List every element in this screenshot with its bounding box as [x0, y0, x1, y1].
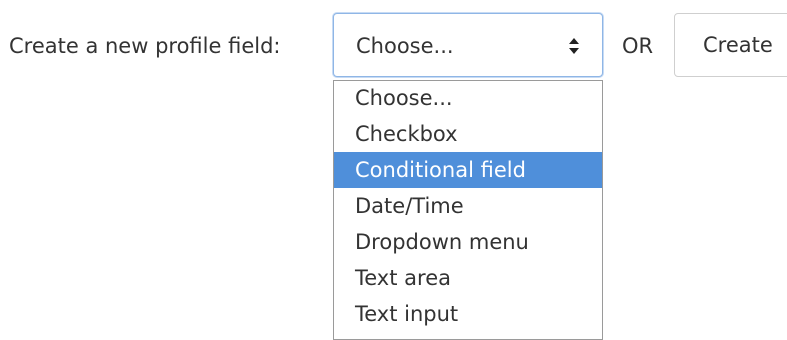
profile-field-create-row: Create a new profile field: Choose... OR…	[0, 0, 787, 80]
profile-field-type-select[interactable]: Choose...	[333, 13, 603, 77]
dropdown-option-choose[interactable]: Choose...	[334, 81, 602, 116]
or-separator: OR	[622, 34, 654, 58]
dropdown-option-checkbox[interactable]: Checkbox	[334, 116, 602, 152]
dropdown-option-text-input[interactable]: Text input	[334, 296, 602, 332]
dropdown-option-dropdown-menu[interactable]: Dropdown menu	[334, 224, 602, 260]
dropdown-option-date-time[interactable]: Date/Time	[334, 188, 602, 224]
dropdown-option-text-area[interactable]: Text area	[334, 260, 602, 296]
create-button[interactable]: Create	[674, 13, 787, 77]
select-current-value: Choose...	[356, 34, 454, 58]
updown-chevron-icon	[569, 38, 579, 54]
profile-field-label: Create a new profile field:	[9, 34, 281, 58]
field-type-dropdown-list: Choose... Checkbox Conditional field Dat…	[333, 80, 603, 340]
dropdown-option-conditional-field[interactable]: Conditional field	[334, 152, 602, 188]
